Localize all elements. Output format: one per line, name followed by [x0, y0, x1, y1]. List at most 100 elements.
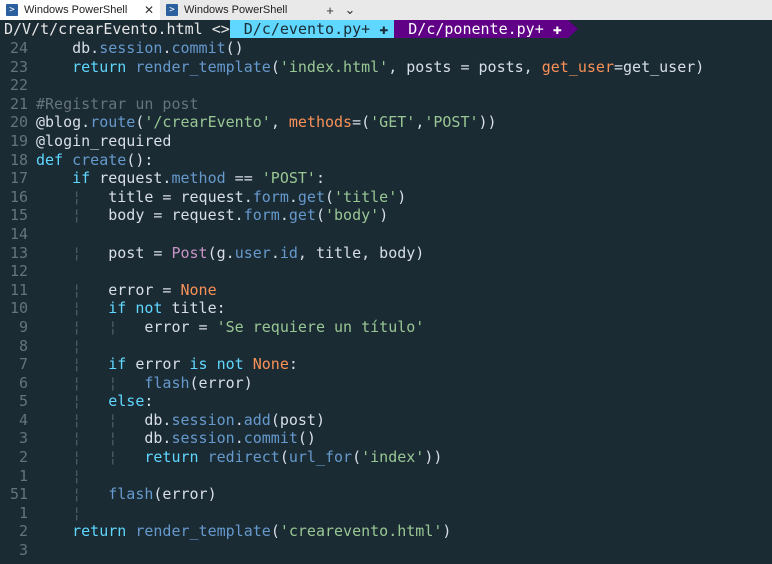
- code-line[interactable]: 8 ¦: [0, 337, 772, 356]
- code-line[interactable]: 16 ¦ title = request.form.get('title'): [0, 188, 772, 207]
- code-text: ¦ error = None: [72, 280, 217, 299]
- code-line[interactable]: 6 ¦ ¦ flash(error): [0, 374, 772, 393]
- code-text: ¦ flash(error): [72, 485, 217, 504]
- line-number: 12: [9, 262, 28, 281]
- tab-dropdown-icon[interactable]: ⌄: [340, 0, 360, 20]
- line-number: 4: [18, 410, 28, 429]
- powershell-icon: >: [6, 4, 18, 16]
- line-number: 3: [18, 541, 28, 560]
- code-line[interactable]: 18 def create():: [0, 151, 772, 170]
- terminal-tab-2[interactable]: > Windows PowerShell: [160, 0, 320, 20]
- code-line[interactable]: 13 ¦ post = Post(g.user.id, title, body): [0, 244, 772, 263]
- code-text: ¦ ¦ error = 'Se requiere un título': [72, 317, 425, 336]
- code-line[interactable]: 22: [0, 76, 772, 95]
- line-number: 6: [18, 373, 28, 392]
- code-text: if request.method == 'POST':: [72, 169, 325, 188]
- code-line[interactable]: 9 ¦ ¦ error = 'Se requiere un título': [0, 318, 772, 337]
- code-text: @blog.route('/crearEvento', methods=('GE…: [36, 113, 497, 132]
- line-number: 23: [9, 57, 28, 76]
- code-text: ¦ ¦ db.session.add(post): [72, 410, 325, 429]
- code-text: ¦ title = request.form.get('title'): [72, 187, 407, 206]
- code-line[interactable]: 15 ¦ body = request.form.get('body'): [0, 206, 772, 225]
- code-line[interactable]: 2 ¦ ¦ return redirect(url_for('index')): [0, 448, 772, 467]
- code-line[interactable]: 3 ¦ ¦ db.session.commit(): [0, 429, 772, 448]
- vim-tab-evento[interactable]: D/c/evento.py+ ✚: [229, 20, 395, 38]
- code-line[interactable]: 5 ¦ else:: [0, 392, 772, 411]
- modified-icon: ✚: [379, 20, 389, 38]
- line-number: 9: [18, 317, 28, 336]
- line-number: 17: [9, 169, 28, 188]
- vim-tab-ponente[interactable]: D/c/ponente.py+ ✚: [394, 20, 568, 38]
- code-text: ¦ body = request.form.get('body'): [72, 206, 389, 225]
- code-text: ¦ ¦ flash(error): [72, 373, 253, 392]
- line-number: 15: [9, 206, 28, 225]
- line-number: 22: [9, 76, 28, 95]
- terminal-tab-1[interactable]: > Windows PowerShell ✕: [0, 0, 160, 20]
- powershell-icon: >: [166, 4, 178, 16]
- code-line[interactable]: 4 ¦ ¦ db.session.add(post): [0, 411, 772, 430]
- code-text: ¦ if not title:: [72, 299, 226, 318]
- code-line[interactable]: 23 return render_template('index.html', …: [0, 58, 772, 77]
- line-number: 18: [9, 150, 28, 169]
- code-text: ¦: [72, 336, 82, 355]
- code-text: return render_template('index.html', pos…: [72, 57, 705, 76]
- close-tab-icon[interactable]: ✕: [144, 3, 154, 17]
- modified-icon: ✚: [552, 20, 562, 38]
- line-number: 16: [9, 187, 28, 206]
- code-editor[interactable]: 24 db.session.commit() 23 return render_t…: [0, 38, 772, 560]
- line-number: 2: [18, 448, 28, 467]
- code-line[interactable]: 17 if request.method == 'POST':: [0, 169, 772, 188]
- line-number: 24: [9, 39, 28, 57]
- code-text: ¦ ¦ db.session.commit(): [72, 429, 316, 448]
- code-line[interactable]: 19 @login_required: [0, 132, 772, 151]
- html-icon: <>: [211, 20, 230, 38]
- new-tab-button[interactable]: +: [320, 0, 340, 20]
- vim-tab-crearevento[interactable]: D/V/t/crearEvento.html <>: [0, 20, 230, 38]
- code-line[interactable]: 1 ¦: [0, 504, 772, 523]
- code-text: return render_template('crearevento.html…: [72, 522, 452, 541]
- code-line[interactable]: 10 ¦ if not title:: [0, 299, 772, 318]
- code-text: ¦: [72, 503, 82, 522]
- code-line[interactable]: 2 return render_template('crearevento.ht…: [0, 522, 772, 541]
- code-text: ¦ else:: [72, 392, 154, 411]
- code-line[interactable]: 7 ¦ if error is not None:: [0, 355, 772, 374]
- line-number: 1: [18, 466, 28, 485]
- line-number: 5: [18, 392, 28, 411]
- code-line[interactable]: 14: [0, 225, 772, 244]
- code-text: @login_required: [36, 131, 172, 150]
- tabline-separator: [567, 20, 578, 38]
- code-line[interactable]: 51 ¦ flash(error): [0, 485, 772, 504]
- code-line[interactable]: 12: [0, 262, 772, 281]
- line-number: 21: [9, 94, 28, 113]
- line-number: 2: [18, 522, 28, 541]
- line-number: 11: [9, 280, 28, 299]
- line-number: 1: [18, 503, 28, 522]
- line-number: 8: [18, 336, 28, 355]
- code-text: ¦ if error is not None:: [72, 355, 298, 374]
- code-text: ¦: [72, 466, 82, 485]
- tab-title: Windows PowerShell: [184, 4, 288, 16]
- vim-tabline: D/V/t/crearEvento.html <> D/c/evento.py+…: [0, 20, 772, 38]
- code-line[interactable]: 3: [0, 541, 772, 560]
- tab-title: Windows PowerShell: [24, 4, 128, 16]
- line-number: 10: [9, 299, 28, 318]
- code-line[interactable]: 1 ¦: [0, 467, 772, 486]
- code-text: ¦ post = Post(g.user.id, title, body): [72, 243, 425, 262]
- code-line[interactable]: 21 #Registrar un post: [0, 95, 772, 114]
- line-number: 19: [9, 131, 28, 150]
- code-text: db.session.commit(): [36, 39, 244, 57]
- line-number: 3: [18, 429, 28, 448]
- code-line[interactable]: 11 ¦ error = None: [0, 281, 772, 300]
- code-text: ¦ ¦ return redirect(url_for('index')): [72, 448, 443, 467]
- code-text: #Registrar un post: [36, 94, 199, 113]
- code-line[interactable]: 24 db.session.commit(): [0, 39, 772, 58]
- line-number: 14: [9, 224, 28, 243]
- code-line[interactable]: 20 @blog.route('/crearEvento', methods=('…: [0, 113, 772, 132]
- code-text: def create():: [36, 150, 154, 169]
- line-number: 7: [18, 355, 28, 374]
- title-bar: > Windows PowerShell ✕ > Windows PowerSh…: [0, 0, 772, 20]
